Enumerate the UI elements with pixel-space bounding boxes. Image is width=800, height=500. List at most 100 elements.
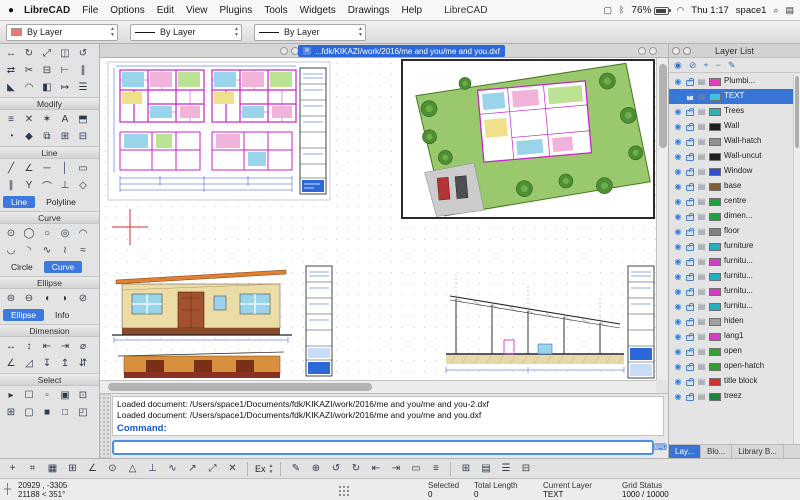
layer-visible-icon[interactable]: ◉: [673, 242, 683, 251]
layer-color-swatch[interactable]: [709, 123, 721, 131]
layer-color-swatch[interactable]: [709, 318, 721, 326]
layer-print-icon[interactable]: ▤: [697, 197, 706, 206]
line-type-select[interactable]: By Layer ▲▼: [254, 24, 366, 41]
offset-icon[interactable]: ∥: [74, 62, 92, 79]
dim-continue-icon[interactable]: ↥: [56, 355, 74, 372]
layer-color-swatch[interactable]: [709, 198, 721, 206]
layer-color-swatch[interactable]: [709, 153, 721, 161]
line-horizontal-icon[interactable]: ─: [38, 160, 56, 177]
vertical-scrollbar-thumb[interactable]: [659, 64, 667, 148]
vertical-scrollbar[interactable]: [656, 58, 668, 380]
layer-row[interactable]: ◉▤Window: [669, 164, 793, 179]
add-entity-icon[interactable]: ⊕: [306, 461, 325, 477]
layer-row[interactable]: ◉▤Wall: [669, 119, 793, 134]
layer-visible-icon[interactable]: ◉: [673, 197, 683, 206]
layer-row[interactable]: ◉▤centre: [669, 194, 793, 209]
layer-row[interactable]: ◉▤Wall-uncut: [669, 149, 793, 164]
layer-visible-icon[interactable]: ◉: [673, 227, 683, 236]
rectangle-icon[interactable]: ▭: [74, 160, 92, 177]
layer-print-icon[interactable]: ▤: [697, 272, 706, 281]
layer-print-icon[interactable]: ▤: [697, 392, 706, 401]
layer-color-swatch[interactable]: [709, 363, 721, 371]
layer-lock-icon[interactable]: [686, 200, 694, 206]
layer-color-swatch[interactable]: [709, 93, 721, 101]
wifi-icon[interactable]: ◠: [676, 5, 684, 16]
circle-tangent-icon[interactable]: ◎: [56, 225, 74, 242]
mdi-float-button[interactable]: [638, 47, 646, 55]
dock-tab-libraryb[interactable]: Library B...: [732, 445, 784, 458]
layer-print-icon[interactable]: ▤: [697, 242, 706, 251]
select-layer-icon[interactable]: ▢: [20, 404, 38, 421]
select-single-icon[interactable]: ▸: [2, 387, 20, 404]
command-input[interactable]: [112, 440, 654, 455]
explode-icon[interactable]: ✶: [38, 111, 56, 128]
layer-lock-icon[interactable]: [686, 140, 694, 146]
tangent-icon[interactable]: ⌒: [38, 177, 56, 194]
layer-lock-icon[interactable]: [686, 125, 694, 131]
apple-menu-icon[interactable]: ●: [8, 5, 14, 16]
layer-visible-icon[interactable]: ◉: [673, 137, 683, 146]
menu-icon[interactable]: ☰: [496, 461, 515, 477]
layer-print-icon[interactable]: ▤: [697, 302, 706, 311]
polygon-icon[interactable]: ◇: [74, 177, 92, 194]
control-center-icon[interactable]: ▤: [785, 5, 794, 16]
menu-widgets[interactable]: Widgets: [300, 5, 336, 16]
layer-visible-icon[interactable]: ◉: [673, 182, 683, 191]
redo-icon[interactable]: ↻: [346, 461, 365, 477]
layer-row[interactable]: ◉▤furnitu...: [669, 254, 793, 269]
layer-visible-icon[interactable]: ◉: [673, 287, 683, 296]
layer-print-icon[interactable]: ▤: [697, 182, 706, 191]
restrict-nothing-icon[interactable]: ✕: [223, 461, 242, 477]
dock-close-button[interactable]: [672, 47, 680, 55]
dock-tab-blo[interactable]: Blo...: [701, 445, 732, 458]
arc-center-icon[interactable]: ◠: [74, 225, 92, 242]
menu-drawings[interactable]: Drawings: [348, 5, 390, 16]
circle-center-icon[interactable]: ⊙: [2, 225, 20, 242]
menubar-clock[interactable]: Thu 1:17: [691, 5, 729, 16]
layer-print-icon[interactable]: ▤: [697, 167, 706, 176]
ellipse-axis-icon[interactable]: ⊜: [2, 290, 20, 307]
select-all-icon[interactable]: ■: [38, 404, 56, 421]
ellipse-four-points-icon[interactable]: ◗: [56, 290, 74, 307]
dim-horizontal-icon[interactable]: ⇤: [38, 338, 56, 355]
layer-print-icon[interactable]: ▤: [697, 212, 706, 221]
layer-lock-icon[interactable]: [686, 215, 694, 221]
display-icon[interactable]: ▢: [604, 5, 613, 16]
layer-row[interactable]: ◉▤Wall-hatch: [669, 134, 793, 149]
deselect-all-icon[interactable]: □: [56, 404, 74, 421]
layer-row[interactable]: ◉▤furnitu...: [669, 284, 793, 299]
layer-color-swatch[interactable]: [709, 138, 721, 146]
layer-visible-icon[interactable]: ◉: [673, 377, 683, 386]
menu-plugins[interactable]: Plugins: [220, 5, 253, 16]
dim-vertical-icon[interactable]: ⇥: [56, 338, 74, 355]
layer-visible-icon[interactable]: ◉: [673, 77, 683, 86]
layer-color-swatch[interactable]: [709, 108, 721, 116]
remove-layer-icon[interactable]: −: [716, 60, 721, 70]
layer-visible-icon[interactable]: ◉: [673, 272, 683, 281]
line-two-points-icon[interactable]: ╱: [2, 160, 20, 177]
orthogonal-icon[interactable]: ⊥: [56, 177, 74, 194]
select-intersected-icon[interactable]: ⊡: [74, 387, 92, 404]
edit-text-icon[interactable]: A: [56, 111, 74, 128]
layer-color-swatch[interactable]: [709, 243, 721, 251]
layer-print-icon[interactable]: ▤: [697, 287, 706, 296]
chamfer-icon[interactable]: ◆: [20, 128, 38, 145]
parallel-icon[interactable]: ∥: [2, 177, 20, 194]
lengthen-icon[interactable]: ⊢: [56, 62, 74, 79]
arc-tangent-icon[interactable]: ◝: [20, 242, 38, 259]
circle-three-points-icon[interactable]: ○: [38, 225, 56, 242]
invert-selection-icon[interactable]: ◰: [74, 404, 92, 421]
tool-tab-info[interactable]: Info: [47, 309, 77, 321]
line-width-select[interactable]: By Layer ▲▼: [130, 24, 242, 41]
layer-color-swatch[interactable]: [709, 333, 721, 341]
layer-print-icon[interactable]: ▤: [697, 317, 706, 326]
document-close-icon[interactable]: ✕: [303, 47, 311, 55]
layer-list-scrollbar[interactable]: [793, 74, 800, 444]
layer-print-icon[interactable]: ▤: [697, 257, 706, 266]
properties-icon[interactable]: ☰: [74, 79, 92, 96]
deselect-intersected-icon[interactable]: ⊞: [2, 404, 20, 421]
dock-tab-lay[interactable]: Lay...: [669, 445, 701, 458]
layer-print-icon[interactable]: ▤: [697, 122, 706, 131]
layer-lock-icon[interactable]: [686, 245, 694, 251]
add-layer-icon[interactable]: +: [703, 60, 708, 70]
